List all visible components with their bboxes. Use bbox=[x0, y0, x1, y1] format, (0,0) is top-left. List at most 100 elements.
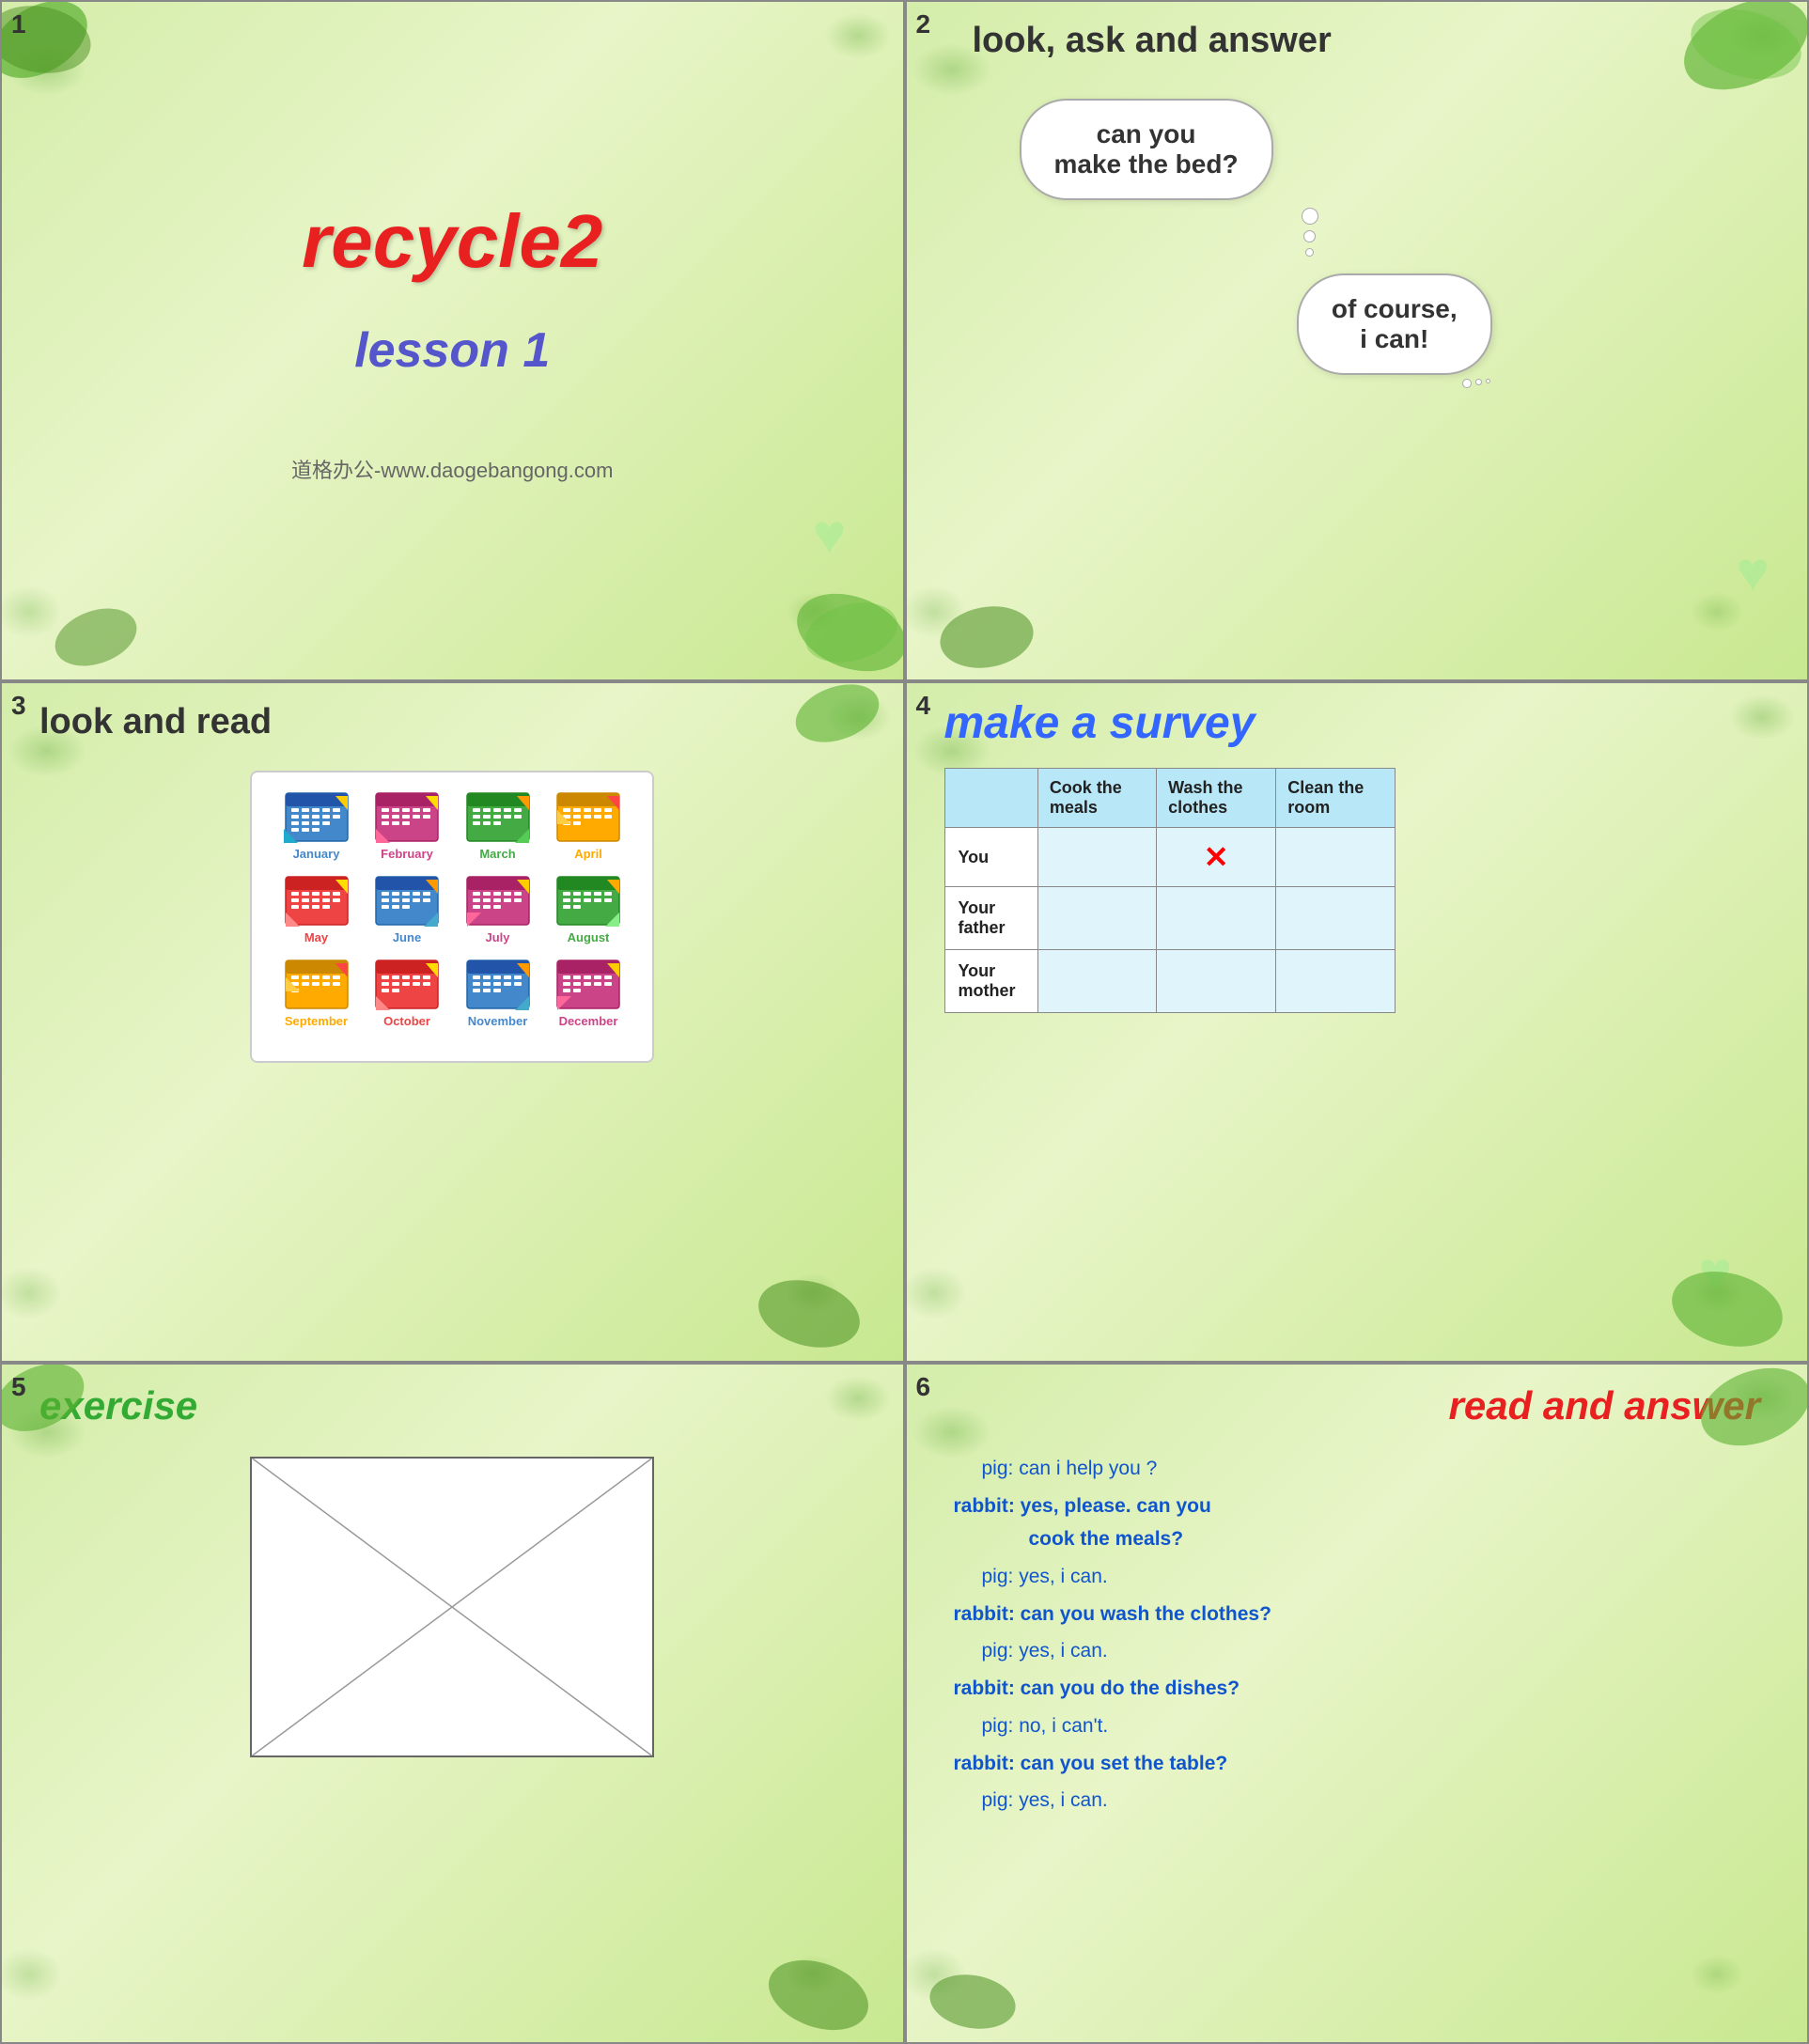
months-row-3: September bbox=[271, 959, 633, 1028]
november-icon bbox=[465, 959, 531, 1010]
bubble-question: can youmake the bed? bbox=[1020, 99, 1273, 200]
speaker-pig-5: pig: bbox=[982, 1789, 1020, 1811]
november-label: November bbox=[468, 1014, 528, 1028]
months-row-2: May bbox=[271, 875, 633, 944]
month-february: February bbox=[365, 791, 449, 861]
survey-col-empty bbox=[944, 769, 1037, 828]
line-text-1: can i help you ? bbox=[1019, 1458, 1157, 1479]
survey-father-wash bbox=[1157, 887, 1276, 950]
bubble-answer-text: of course,i can! bbox=[1332, 294, 1458, 353]
bubble-question-text: can youmake the bed? bbox=[1054, 119, 1239, 179]
thought-bubbles: can youmake the bed? of course,i can! bbox=[944, 99, 1770, 390]
panel-1: 1 ♥ recycle2 lesson 1 道格办公-www.daogebang… bbox=[0, 0, 905, 681]
panel-2-header: look, ask and answer bbox=[973, 21, 1332, 61]
survey-mother-clean bbox=[1276, 950, 1395, 1013]
speaker-rabbit-4: rabbit: bbox=[954, 1753, 1021, 1774]
survey-row-mother: Your mother bbox=[944, 950, 1395, 1013]
panel-6: 6 read and answer pig: can i help you ? … bbox=[905, 1363, 1809, 2044]
dialogue-line-7: pig: no, i can't. bbox=[982, 1709, 1761, 1743]
may-label: May bbox=[304, 930, 328, 944]
month-june: June bbox=[365, 875, 449, 944]
panel-6-content: read and answer pig: can i help you ? ra… bbox=[907, 1365, 1808, 2042]
september-label: September bbox=[285, 1014, 348, 1028]
august-label: August bbox=[568, 930, 610, 944]
speaker-pig-3: pig: bbox=[982, 1640, 1020, 1662]
line-text-7: no, i can't. bbox=[1019, 1715, 1108, 1737]
thought-dot-sm-1 bbox=[1462, 379, 1472, 388]
panel-5: 5 exercise bbox=[0, 1363, 905, 2044]
envelope-box bbox=[250, 1457, 654, 1757]
panel-1-number: 1 bbox=[11, 9, 26, 39]
panel-3-number: 3 bbox=[11, 691, 26, 721]
survey-col-clean: Clean the room bbox=[1276, 769, 1395, 828]
survey-father-cook bbox=[1037, 887, 1156, 950]
march-icon bbox=[465, 791, 531, 843]
main-grid: 1 ♥ recycle2 lesson 1 道格办公-www.daogebang… bbox=[0, 0, 1809, 2044]
panel-6-number: 6 bbox=[916, 1372, 931, 1402]
january-icon bbox=[284, 791, 350, 843]
line-text-2b: cook the meals? bbox=[1029, 1528, 1184, 1550]
envelope-svg bbox=[252, 1459, 652, 1755]
dialogue-line-8: rabbit: can you set the table? bbox=[954, 1747, 1761, 1781]
panel-3-header: look and read bbox=[39, 702, 866, 742]
survey-mother-label: Your mother bbox=[944, 950, 1037, 1013]
february-icon bbox=[374, 791, 440, 843]
month-april: April bbox=[546, 791, 631, 861]
line-text-8: can you set the table? bbox=[1021, 1753, 1228, 1774]
dialogue-line-2: rabbit: yes, please. can you cook the mea… bbox=[954, 1490, 1761, 1556]
line-text-9: yes, i can. bbox=[1019, 1789, 1108, 1811]
thought-dot-sm-2 bbox=[1475, 379, 1482, 385]
exercise-header: exercise bbox=[39, 1383, 866, 1428]
month-july: July bbox=[456, 875, 540, 944]
survey-col-cook: Cook the meals bbox=[1037, 769, 1156, 828]
july-icon bbox=[465, 875, 531, 927]
speaker-pig-4: pig: bbox=[982, 1715, 1020, 1737]
month-november: November bbox=[456, 959, 540, 1028]
survey-table: Cook the meals Wash the clothes Clean th… bbox=[944, 768, 1396, 1013]
september-icon bbox=[284, 959, 350, 1010]
speaker-rabbit-3: rabbit: bbox=[954, 1677, 1021, 1699]
december-label: December bbox=[559, 1014, 618, 1028]
speaker-pig-1: pig: bbox=[982, 1458, 1020, 1479]
dialogue: pig: can i help you ? rabbit: yes, pleas… bbox=[954, 1452, 1761, 1818]
survey-header: make a survey bbox=[944, 697, 1770, 749]
speaker-rabbit-1: rabbit: bbox=[954, 1495, 1021, 1517]
panel-5-number: 5 bbox=[11, 1372, 26, 1402]
panel-2: 2 ♥ look, ask and answer can youmake the… bbox=[905, 0, 1809, 681]
month-september: September bbox=[274, 959, 359, 1028]
survey-mother-cook bbox=[1037, 950, 1156, 1013]
dialogue-line-4: rabbit: can you wash the clothes? bbox=[954, 1598, 1761, 1631]
january-label: January bbox=[293, 847, 340, 861]
panel-4-content: make a survey Cook the meals Wash the cl… bbox=[907, 683, 1808, 1361]
survey-col-wash: Wash the clothes bbox=[1157, 769, 1276, 828]
panel-2-content: look, ask and answer can youmake the bed… bbox=[907, 2, 1808, 679]
panel-2-number: 2 bbox=[916, 9, 931, 39]
survey-you-label: You bbox=[944, 828, 1037, 887]
line-text-2: yes, please. can you bbox=[1021, 1495, 1211, 1517]
month-october: October bbox=[365, 959, 449, 1028]
april-label: April bbox=[574, 847, 602, 861]
months-row-1: January bbox=[271, 791, 633, 861]
panel-3: 3 look and read bbox=[0, 681, 905, 1363]
read-header: read and answer bbox=[954, 1383, 1761, 1428]
line-text-3: yes, i can. bbox=[1019, 1566, 1108, 1587]
panel-5-content: exercise bbox=[2, 1365, 903, 2042]
line-text-4: can you wash the clothes? bbox=[1021, 1603, 1271, 1625]
dialogue-line-5: pig: yes, i can. bbox=[982, 1634, 1761, 1668]
survey-father-label: Your father bbox=[944, 887, 1037, 950]
survey-mother-wash bbox=[1157, 950, 1276, 1013]
july-label: July bbox=[485, 930, 509, 944]
dialogue-line-9: pig: yes, i can. bbox=[982, 1784, 1761, 1818]
watermark: 道格办公-www.daogebangong.com bbox=[291, 454, 613, 484]
panel-4-number: 4 bbox=[916, 691, 931, 721]
april-icon bbox=[555, 791, 621, 843]
survey-you-clean bbox=[1276, 828, 1395, 887]
survey-you-cook bbox=[1037, 828, 1156, 887]
panel-1-content: recycle2 lesson 1 道格办公-www.daogebangong.… bbox=[2, 2, 903, 679]
month-march: March bbox=[456, 791, 540, 861]
speaker-rabbit-2: rabbit: bbox=[954, 1603, 1021, 1625]
dialogue-line-6: rabbit: can you do the dishes? bbox=[954, 1672, 1761, 1706]
june-label: June bbox=[393, 930, 421, 944]
dialogue-line-3: pig: yes, i can. bbox=[982, 1560, 1761, 1594]
march-label: March bbox=[479, 847, 515, 861]
